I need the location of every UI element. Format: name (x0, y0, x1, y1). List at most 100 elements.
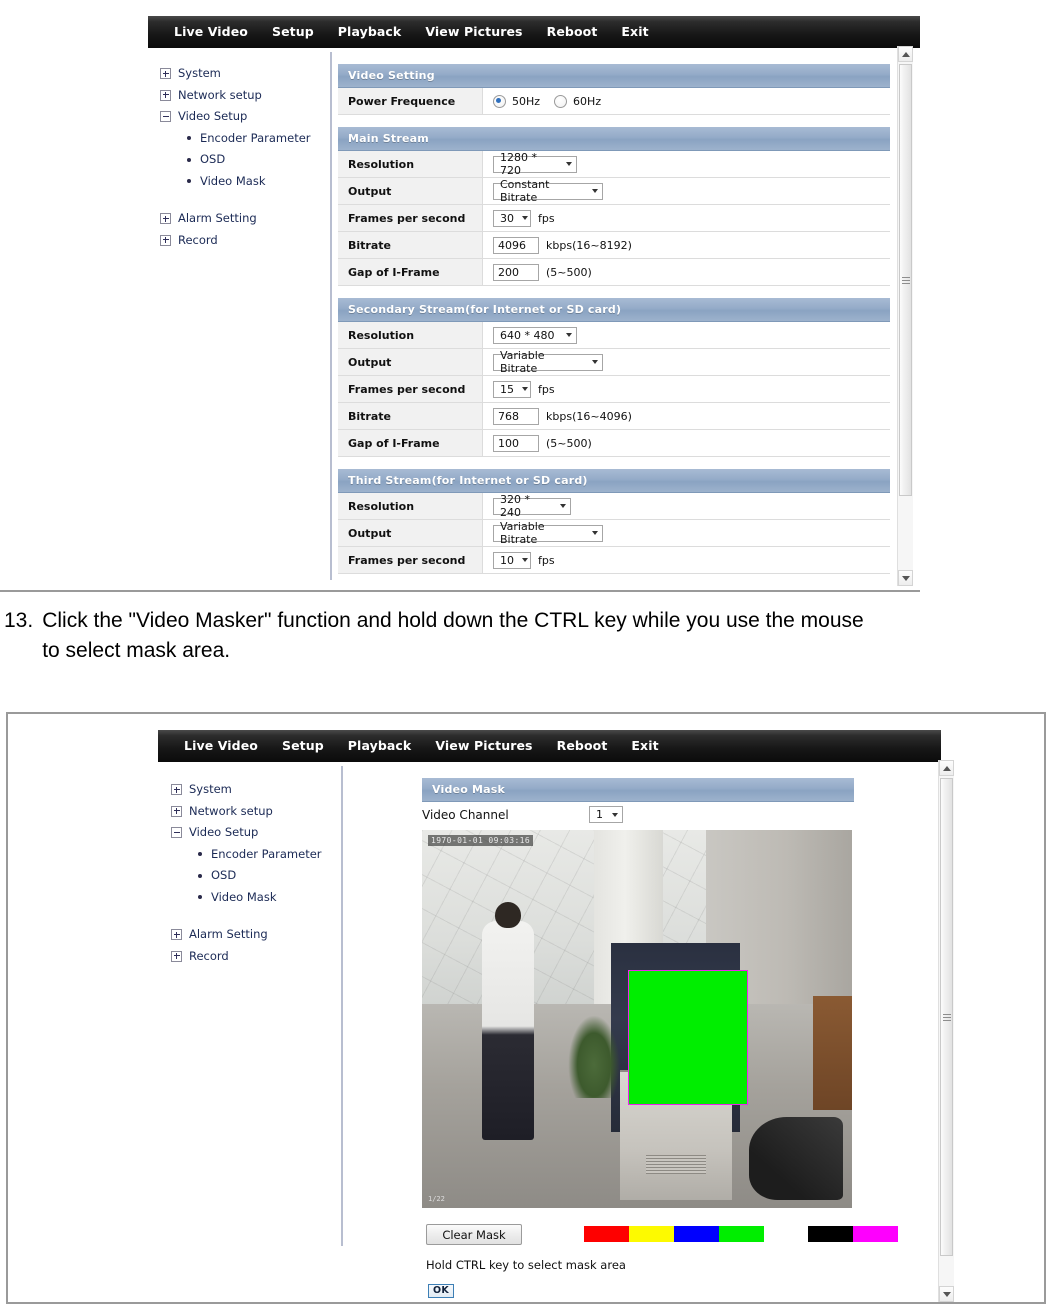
sidebar-item-video-setup[interactable]: Video Setup (160, 110, 320, 123)
ok-button[interactable]: OK (428, 1284, 455, 1299)
main-gap-input[interactable]: 200 (493, 263, 539, 281)
expand-plus-icon[interactable] (171, 929, 182, 941)
sidebar-item-network-setup[interactable]: Network setup (160, 89, 320, 102)
sidebar-item-encoder-parameter[interactable]: Encoder Parameter (198, 846, 336, 861)
scroll-down-button[interactable] (939, 1286, 954, 1302)
nav-live-video[interactable]: Live Video (162, 25, 260, 39)
main-stream-resolution-row: Resolution 1280 * 720 (338, 151, 890, 178)
radio-50hz[interactable] (493, 94, 506, 108)
main-bitrate-input[interactable]: 4096 (493, 236, 539, 254)
nav-live-video[interactable]: Live Video (172, 739, 270, 753)
main-fps-select[interactable]: 30 (493, 209, 531, 227)
main-output-label: Output (338, 178, 483, 204)
secondary-resolution-select[interactable]: 640 * 480 (493, 326, 577, 344)
main-stream-gap-row: Gap of I-Frame 200 (5~500) (338, 259, 890, 286)
collapse-minus-icon[interactable] (171, 827, 182, 839)
sidebar-item-osd[interactable]: OSD (187, 153, 320, 166)
secondary-bitrate-label: Bitrate (338, 403, 483, 429)
main-output-selected: Constant Bitrate (500, 178, 550, 204)
secondary-bitrate-value: 768 kbps(16~4096) (483, 404, 890, 429)
third-stream-resolution-row: Resolution 320 * 240 (338, 493, 890, 520)
chevron-down-icon (612, 812, 618, 817)
chair-region (748, 1117, 844, 1201)
expand-plus-icon[interactable] (160, 89, 171, 101)
nav-view-pictures[interactable]: View Pictures (413, 25, 534, 39)
collapse-minus-icon[interactable] (160, 111, 171, 123)
main-resolution-select[interactable]: 1280 * 720 (493, 151, 577, 177)
expand-plus-icon[interactable] (160, 213, 171, 225)
expand-plus-icon[interactable] (171, 784, 182, 796)
third-resolution-select[interactable]: 320 * 240 (493, 493, 571, 519)
video-channel-selected: 1 (596, 808, 603, 821)
video-channel-select[interactable]: 1 (589, 806, 623, 823)
power-frequence-radio-group[interactable]: 50Hz 60Hz (493, 94, 609, 108)
sidebar-item-video-setup[interactable]: Video Setup (171, 826, 336, 839)
third-output-label: Output (338, 520, 483, 546)
swatch-blue[interactable] (674, 1226, 719, 1242)
sidebar-tree: System Network setup Video Setup Encoder… (171, 783, 336, 972)
third-output-select[interactable]: Variable Bitrate (493, 520, 603, 546)
sidebar-item-system[interactable]: System (171, 783, 336, 796)
sidebar-item-video-mask[interactable]: Video Mask (187, 175, 320, 188)
scroll-down-button[interactable] (898, 570, 913, 586)
sidebar-item-network-setup[interactable]: Network setup (171, 803, 336, 818)
nav-playback[interactable]: Playback (326, 25, 414, 39)
sidebar-item-record[interactable]: Record (160, 234, 320, 247)
secondary-bitrate-input[interactable]: 768 (493, 407, 539, 425)
top-navigation-bar[interactable]: Live Video Setup Playback View Pictures … (148, 16, 920, 48)
top-navigation-bar[interactable]: Live Video Setup Playback View Pictures … (158, 730, 941, 762)
third-fps-label: Frames per second (338, 547, 483, 573)
page-scrollbar[interactable] (938, 760, 954, 1302)
swatch-yellow[interactable] (629, 1226, 674, 1242)
secondary-gap-input[interactable]: 100 (493, 434, 539, 452)
scroll-up-button[interactable] (939, 760, 954, 776)
sidebar-item-video-mask[interactable]: Video Mask (198, 891, 336, 904)
sidebar-item-record[interactable]: Record (171, 950, 336, 963)
expand-plus-icon[interactable] (171, 805, 182, 817)
swatch-red[interactable] (584, 1226, 629, 1242)
nav-playback[interactable]: Playback (336, 739, 424, 753)
nav-reboot[interactable]: Reboot (545, 739, 620, 753)
third-fps-select[interactable]: 10 (493, 551, 531, 569)
secondary-fps-select[interactable]: 15 (493, 380, 531, 398)
mask-color-swatches[interactable] (584, 1226, 898, 1242)
page-scrollbar[interactable] (897, 46, 913, 586)
sidebar-item-osd[interactable]: OSD (198, 869, 336, 882)
sidebar-item-alarm-setting[interactable]: Alarm Setting (160, 212, 320, 225)
expand-plus-icon[interactable] (171, 950, 182, 962)
swatch-black[interactable] (808, 1226, 853, 1242)
scroll-up-button[interactable] (898, 46, 913, 62)
sidebar-item-alarm-setting[interactable]: Alarm Setting (171, 928, 336, 941)
nav-setup[interactable]: Setup (260, 25, 326, 39)
sidebar-item-system[interactable]: System (160, 67, 320, 80)
radio-60hz[interactable] (554, 94, 568, 108)
main-fps-label: Frames per second (338, 205, 483, 231)
main-fps-selected: 30 (500, 211, 514, 225)
swatch-magenta[interactable] (853, 1226, 898, 1242)
mask-rectangle[interactable] (628, 970, 748, 1105)
nav-reboot[interactable]: Reboot (535, 25, 610, 39)
main-output-select[interactable]: Constant Bitrate (493, 178, 603, 204)
nav-exit[interactable]: Exit (619, 739, 670, 753)
sidebar-item-encoder-parameter[interactable]: Encoder Parameter (187, 132, 320, 145)
main-bitrate-value: 4096 kbps(16~8192) (483, 233, 890, 258)
chevron-down-icon (522, 387, 528, 391)
chevron-down-icon (566, 162, 572, 166)
main-fps-unit: fps (538, 211, 555, 225)
nav-exit[interactable]: Exit (609, 25, 660, 39)
nav-setup[interactable]: Setup (270, 739, 336, 753)
third-stream-header: Third Stream(for Internet or SD card) (338, 469, 890, 493)
video-preview[interactable]: 1970-01-01 09:03:16 1/22 (422, 830, 852, 1208)
expand-plus-icon[interactable] (160, 234, 171, 246)
sidebar-item-label: Encoder Parameter (211, 846, 322, 861)
swatch-green[interactable] (719, 1226, 764, 1242)
sidebar-item-label: Network setup (189, 803, 273, 818)
clear-mask-button[interactable]: Clear Mask (426, 1224, 522, 1245)
scrollbar-thumb[interactable] (940, 778, 953, 1256)
scrollbar-thumb[interactable] (899, 64, 912, 496)
wood-panel-region (813, 996, 852, 1110)
nav-view-pictures[interactable]: View Pictures (423, 739, 544, 753)
main-gap-label: Gap of I-Frame (338, 259, 483, 285)
expand-plus-icon[interactable] (160, 68, 171, 80)
secondary-output-select[interactable]: Variable Bitrate (493, 349, 603, 375)
